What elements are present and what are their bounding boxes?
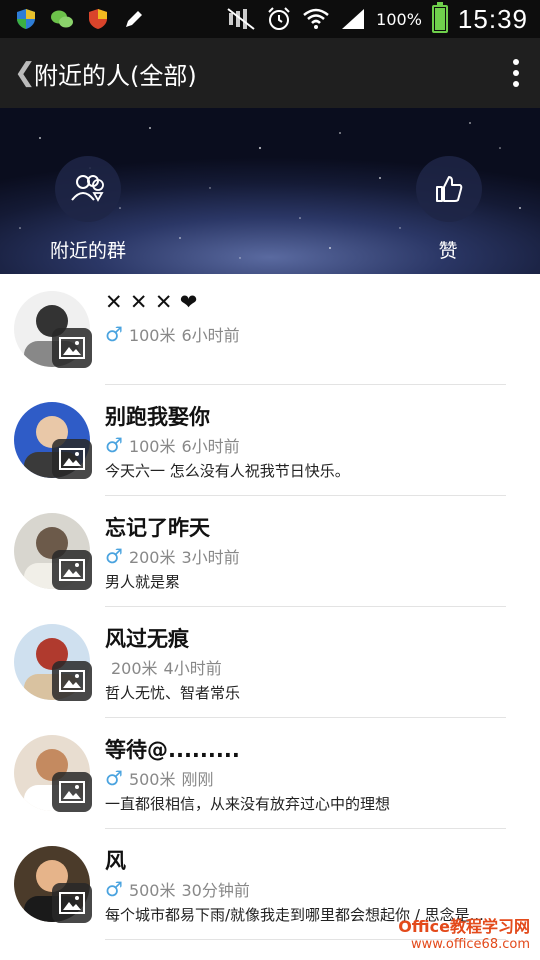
photo-album-icon — [52, 772, 92, 812]
nearby-people-list: ✕ ✕ ✕ ❤ ♂ 100米 6小时前 别跑我娶你 ♂ 100米 6小时前 今天… — [0, 274, 540, 940]
app-bar: ❮ 附近的人(全部) — [0, 38, 540, 108]
photo-album-icon — [52, 883, 92, 923]
male-gender-icon: ♂ — [105, 322, 123, 346]
list-item[interactable]: ✕ ✕ ✕ ❤ ♂ 100米 6小时前 — [0, 274, 540, 385]
photo-album-icon — [52, 550, 92, 590]
last-seen: 刚刚 — [181, 770, 214, 789]
likes-label: 赞 — [438, 240, 458, 262]
last-seen: 6小时前 — [181, 326, 240, 345]
more-dot-icon — [513, 70, 519, 76]
clock: 15:39 — [457, 3, 528, 34]
distance: 100米 — [128, 437, 176, 456]
male-gender-icon: ♂ — [105, 766, 123, 790]
battery-percent: 100% — [376, 9, 422, 29]
distance: 500米 — [128, 881, 176, 900]
alarm-icon — [268, 7, 290, 30]
last-seen: 30分钟前 — [181, 881, 250, 900]
user-meta: ♂ 500米 刚刚 — [105, 766, 214, 790]
distance: 500米 — [128, 770, 176, 789]
user-name: 等待@......... — [105, 738, 240, 762]
more-dot-icon — [513, 81, 519, 87]
status-message: 今天六一 怎么没有人祝我节日快乐。 — [105, 462, 350, 480]
user-meta: ♂ 200米 3小时前 — [105, 544, 240, 568]
watermark-line2: www.office68.com — [411, 937, 530, 952]
header-banner: 附近的群 赞 — [0, 108, 540, 274]
male-gender-icon: ♂ — [105, 544, 123, 568]
mute-icon — [227, 8, 255, 30]
list-item[interactable]: 别跑我娶你 ♂ 100米 6小时前 今天六一 怎么没有人祝我节日快乐。 — [0, 385, 540, 496]
signal-icon — [342, 9, 365, 29]
status-message: 男人就是累 — [105, 573, 181, 591]
last-seen: 4小时前 — [163, 659, 222, 678]
shield-icon — [17, 9, 35, 29]
page-title: 附近的人(全部) — [34, 61, 197, 90]
male-gender-icon: ♂ — [105, 877, 123, 901]
back-chevron-icon[interactable]: ❮ — [0, 58, 36, 88]
watermark: Office教程学习网 www.office68.com — [398, 913, 530, 952]
status-message: 哲人无忧、智者常乐 — [105, 684, 241, 702]
user-name: 忘记了昨天 — [105, 516, 210, 540]
more-dot-icon — [513, 59, 519, 65]
photo-album-icon — [52, 661, 92, 701]
security-shield-icon — [89, 9, 107, 29]
user-name: ✕ ✕ ✕ ❤ — [105, 290, 198, 314]
status-message: 一直都很相信，从来没有放弃过心中的理想 — [105, 795, 391, 813]
list-item[interactable]: 忘记了昨天 ♂ 200米 3小时前 男人就是累 — [0, 496, 540, 607]
distance: 200米 — [128, 548, 176, 567]
list-item[interactable]: 等待@......... ♂ 500米 刚刚 一直都很相信，从来没有放弃过心中的… — [0, 718, 540, 829]
user-name: 风过无痕 — [105, 627, 189, 651]
user-meta: ♂ 500米 30分钟前 — [105, 877, 250, 901]
pencil-icon — [126, 11, 142, 27]
wechat-icon — [51, 10, 73, 28]
photo-album-icon — [52, 439, 92, 479]
user-meta: ♂ 100米 6小时前 — [105, 433, 240, 457]
wifi-icon — [303, 8, 329, 29]
nearby-groups-button[interactable]: 附近的群 — [50, 156, 126, 263]
battery-icon — [431, 2, 448, 33]
last-seen: 6小时前 — [181, 437, 240, 456]
user-name: 别跑我娶你 — [105, 405, 210, 429]
distance: 200米 — [111, 659, 158, 678]
last-seen: 3小时前 — [181, 548, 240, 567]
user-name: 风 — [105, 849, 126, 873]
male-gender-icon: ♂ — [105, 433, 123, 457]
distance: 100米 — [128, 326, 176, 345]
user-meta: ♂ 100米 6小时前 — [105, 322, 240, 346]
photo-album-icon — [52, 328, 92, 368]
user-meta: 200米 4小时前 — [105, 655, 222, 679]
list-item[interactable]: 风过无痕 200米 4小时前 哲人无忧、智者常乐 — [0, 607, 540, 718]
watermark-line1: Office教程学习网 — [398, 917, 530, 936]
nearby-groups-label: 附近的群 — [50, 240, 127, 262]
status-bar: 100% 15:39 — [0, 0, 540, 38]
group-location-icon — [55, 156, 121, 222]
thumbs-up-icon — [416, 156, 482, 222]
likes-button[interactable]: 赞 — [416, 156, 482, 263]
more-options-button[interactable] — [500, 59, 540, 87]
